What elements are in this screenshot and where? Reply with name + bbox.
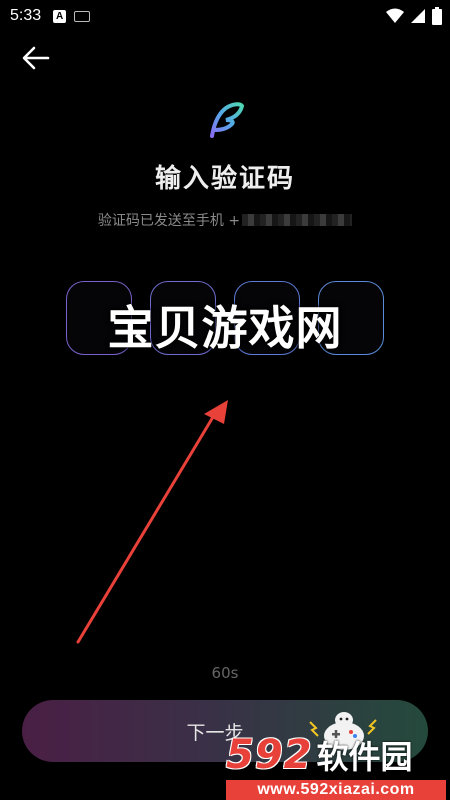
status-time: 5:33 xyxy=(10,7,42,24)
signal-icon xyxy=(411,9,425,23)
arrow-left-icon xyxy=(22,46,50,70)
page-title: 输入验证码 xyxy=(154,164,295,194)
site-logo-name: 软件园 xyxy=(316,738,413,776)
site-logo-number: 592 xyxy=(226,732,313,778)
app-logo-feather-icon xyxy=(210,102,245,138)
back-button[interactable] xyxy=(20,42,52,74)
masked-phone-number xyxy=(242,214,353,226)
subtitle-text: 验证码已发送至手机 + xyxy=(97,213,241,229)
status-indicators xyxy=(386,7,442,25)
wifi-icon xyxy=(386,8,404,23)
status-bar: 5:33 A xyxy=(0,0,450,32)
resend-countdown: 60s xyxy=(211,664,239,682)
app-notification-icon: A xyxy=(53,9,67,23)
battery-icon xyxy=(432,7,442,25)
subtitle-row: 验证码已发送至手机 + xyxy=(0,210,450,230)
site-logo: 592 软件园 xyxy=(226,732,413,778)
site-url: www.592xiazai.com xyxy=(226,780,446,800)
keyboard-icon xyxy=(74,10,91,22)
site-watermark: 592 软件园 www.592xiazai.com xyxy=(226,732,450,800)
overlay-watermark-text: 宝贝游戏网 xyxy=(107,301,343,355)
